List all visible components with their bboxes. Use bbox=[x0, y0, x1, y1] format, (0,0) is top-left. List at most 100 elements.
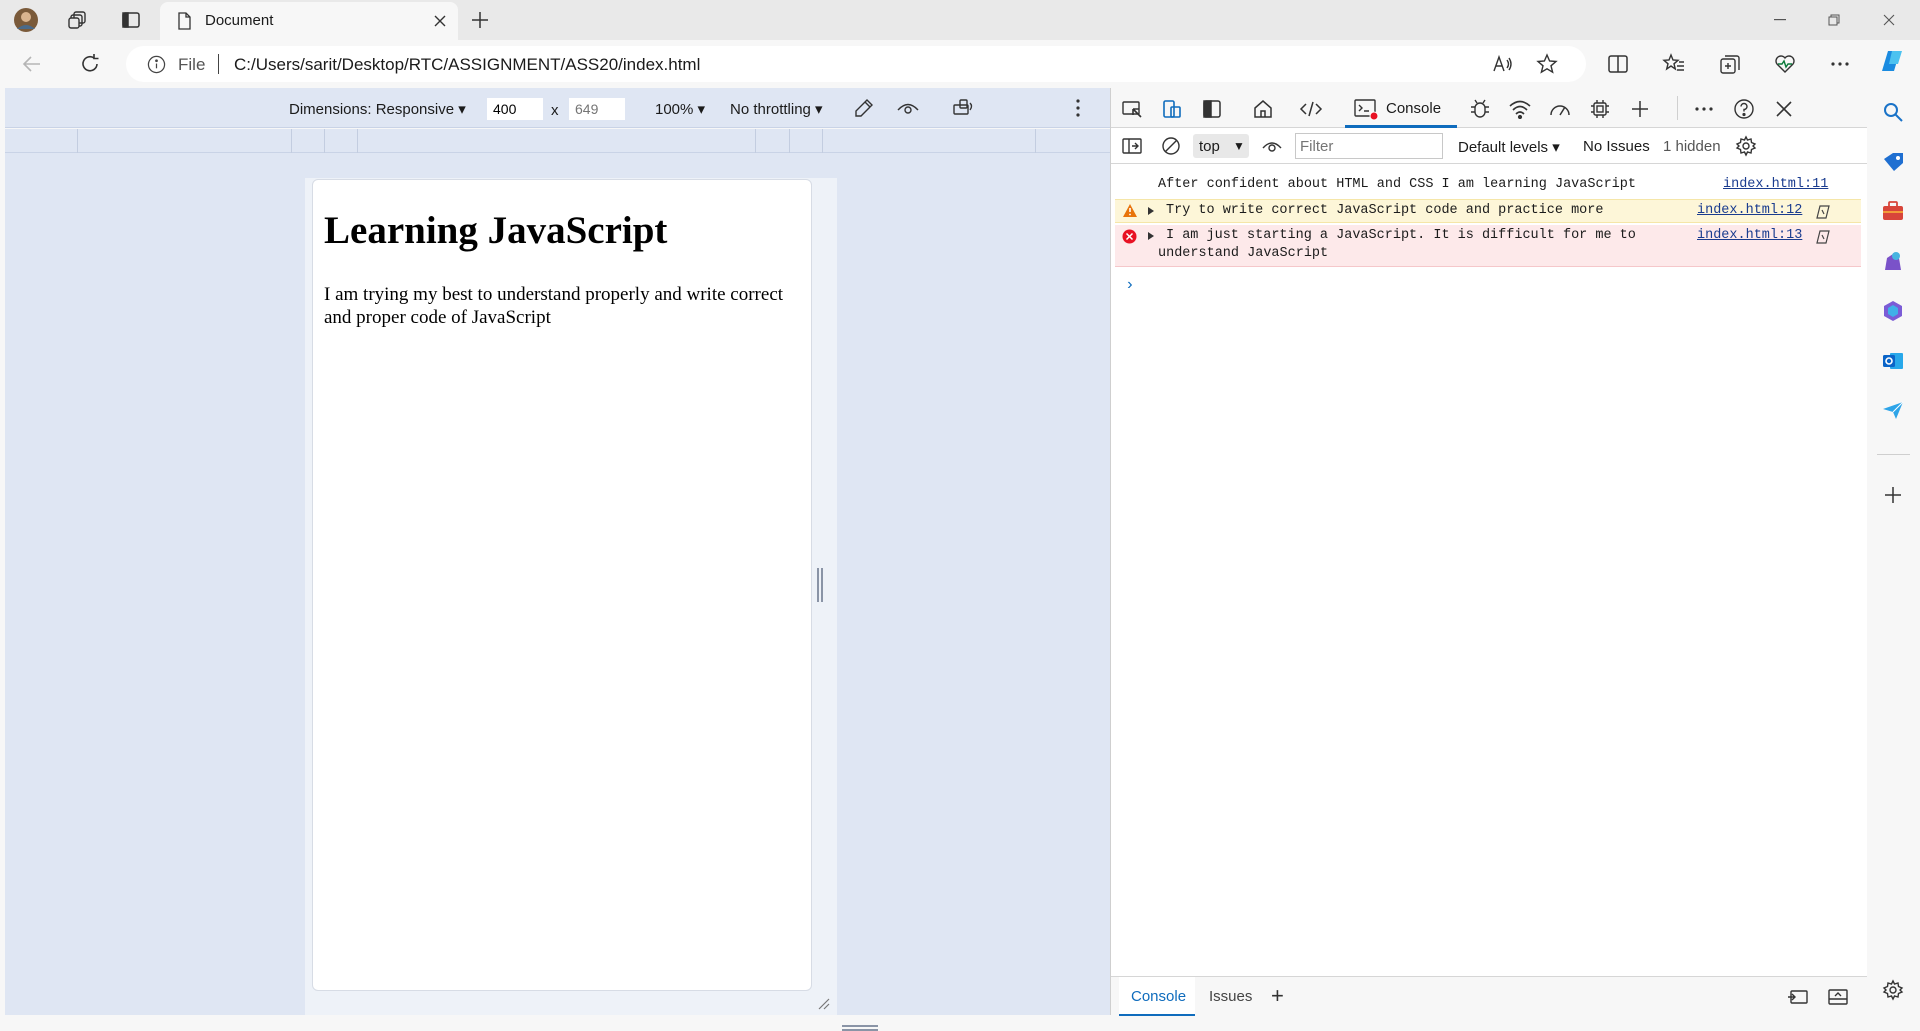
browser-tab-strip: Document bbox=[0, 0, 1920, 40]
error-icon bbox=[1122, 229, 1137, 244]
browser-essentials-icon[interactable] bbox=[1773, 52, 1797, 76]
network-wifi-icon[interactable] bbox=[1507, 96, 1533, 122]
close-window-icon[interactable] bbox=[1866, 4, 1912, 36]
message-source-link[interactable]: index.html:13 bbox=[1697, 227, 1802, 245]
memory-chip-icon[interactable] bbox=[1587, 96, 1613, 122]
split-screen-icon[interactable] bbox=[1606, 52, 1630, 76]
welcome-home-icon[interactable] bbox=[1250, 96, 1276, 122]
live-expression-eye-icon[interactable] bbox=[1261, 137, 1283, 155]
profile-avatar[interactable] bbox=[12, 6, 40, 34]
refresh-icon[interactable] bbox=[78, 52, 102, 76]
sources-bug-icon[interactable] bbox=[1467, 96, 1493, 122]
performance-gauge-icon[interactable] bbox=[1547, 96, 1573, 122]
devtools-more-icon[interactable] bbox=[1691, 96, 1717, 122]
address-bar[interactable]: File C:/Users/sarit/Desktop/RTC/ASSIGNME… bbox=[126, 46, 1586, 82]
vision-deficiency-icon[interactable] bbox=[896, 97, 920, 119]
favorite-star-icon[interactable] bbox=[1536, 53, 1558, 75]
ruler-tick bbox=[822, 129, 823, 153]
outlook-icon[interactable] bbox=[1879, 347, 1907, 375]
device-toolbar-more-icon[interactable] bbox=[1075, 98, 1081, 118]
emulated-viewport-area: Learning JavaScript I am trying my best … bbox=[5, 153, 1110, 1031]
sidebar-divider bbox=[1877, 454, 1910, 455]
device-emulation-icon[interactable] bbox=[1159, 96, 1185, 122]
device-toolbar: Dimensions: Responsive ▾ x 100% ▾ No thr… bbox=[5, 88, 1110, 128]
address-url[interactable]: C:/Users/sarit/Desktop/RTC/ASSIGNMENT/AS… bbox=[234, 55, 700, 75]
restore-icon[interactable] bbox=[1811, 4, 1857, 36]
elements-code-icon[interactable] bbox=[1298, 96, 1324, 122]
ruler-tick bbox=[291, 129, 292, 153]
close-drawer-icon[interactable] bbox=[1827, 987, 1849, 1007]
tab-close-icon[interactable] bbox=[430, 11, 450, 31]
dock-drawer-icon[interactable] bbox=[1787, 987, 1809, 1007]
device-height-input[interactable] bbox=[569, 98, 625, 120]
drawer-tab-issues[interactable]: Issues bbox=[1209, 988, 1252, 1005]
rotate-device-icon[interactable] bbox=[951, 97, 975, 119]
show-sidebar-icon[interactable] bbox=[1121, 136, 1143, 156]
media-query-ruler[interactable] bbox=[5, 129, 1110, 153]
new-tab-icon[interactable] bbox=[466, 6, 494, 34]
more-tools-plus-icon[interactable] bbox=[1627, 96, 1653, 122]
back-arrow-icon[interactable] bbox=[20, 52, 44, 76]
drop-send-icon[interactable] bbox=[1879, 396, 1907, 424]
search-icon[interactable] bbox=[1879, 98, 1907, 126]
console-settings-gear-icon[interactable] bbox=[1735, 135, 1757, 157]
read-aloud-icon[interactable] bbox=[1492, 54, 1514, 74]
console-prompt[interactable]: › bbox=[1125, 276, 1135, 294]
inspect-element-icon[interactable] bbox=[1119, 96, 1145, 122]
tools-briefcase-icon[interactable] bbox=[1879, 197, 1907, 225]
console-filter-bar: top ▼ Default levels ▾ No Issues 1 hidde… bbox=[1111, 128, 1868, 164]
device-frame: Learning JavaScript I am trying my best … bbox=[305, 178, 878, 1031]
drawer-add-tab-icon[interactable]: + bbox=[1271, 983, 1284, 1009]
shopping-tag-icon[interactable] bbox=[1879, 148, 1907, 176]
message-text: Try to write correct JavaScript code and… bbox=[1166, 203, 1604, 218]
message-source-link[interactable]: index.html:12 bbox=[1697, 202, 1802, 220]
copilot-icon[interactable] bbox=[1879, 47, 1907, 75]
context-selector[interactable]: top ▼ bbox=[1193, 134, 1249, 158]
resize-width-handle[interactable] bbox=[817, 568, 823, 602]
context-label: top bbox=[1199, 138, 1220, 155]
console-tab-label: Console bbox=[1386, 100, 1442, 117]
vertical-tabs-icon[interactable] bbox=[117, 6, 145, 34]
resize-corner-icon[interactable] bbox=[816, 996, 830, 1010]
sidebar-settings-gear-icon[interactable] bbox=[1879, 976, 1907, 1004]
games-icon[interactable] bbox=[1879, 247, 1907, 275]
expand-arrow-icon[interactable] bbox=[1148, 232, 1154, 240]
close-devtools-icon[interactable] bbox=[1771, 96, 1797, 122]
ruler-tick bbox=[755, 129, 756, 153]
console-message-warning: Try to write correct JavaScript code and… bbox=[1115, 199, 1861, 223]
eyedropper-icon[interactable] bbox=[853, 97, 875, 119]
ruler-tick bbox=[1035, 129, 1036, 153]
minimize-icon[interactable] bbox=[1757, 4, 1803, 36]
copilot-explain-icon[interactable] bbox=[1815, 229, 1833, 245]
workspaces-icon[interactable] bbox=[64, 6, 92, 34]
issues-counter[interactable]: No Issues bbox=[1583, 138, 1650, 155]
microsoft-365-icon[interactable] bbox=[1879, 297, 1907, 325]
resize-height-handle[interactable] bbox=[842, 1025, 878, 1031]
info-icon[interactable] bbox=[147, 55, 166, 74]
settings-more-icon[interactable] bbox=[1828, 52, 1852, 76]
browser-tab-active[interactable]: Document bbox=[160, 2, 458, 40]
message-text: After confident about HTML and CSS I am … bbox=[1158, 177, 1636, 192]
tab-console[interactable]: Console bbox=[1345, 88, 1457, 128]
dock-side-icon[interactable] bbox=[1199, 96, 1225, 122]
device-width-input[interactable] bbox=[487, 98, 543, 120]
collections-icon[interactable] bbox=[1718, 52, 1742, 76]
console-filter-input[interactable] bbox=[1295, 133, 1443, 159]
help-icon[interactable] bbox=[1731, 96, 1757, 122]
drawer-tab-console[interactable]: Console bbox=[1119, 977, 1195, 1016]
zoom-dropdown[interactable]: 100% ▾ bbox=[655, 100, 705, 118]
add-sidebar-app-icon[interactable] bbox=[1879, 481, 1907, 509]
dimension-times-symbol: x bbox=[551, 102, 559, 119]
navigation-bar: File C:/Users/sarit/Desktop/RTC/ASSIGNME… bbox=[0, 40, 1920, 88]
dimensions-dropdown[interactable]: Dimensions: Responsive ▾ bbox=[289, 100, 466, 118]
favorites-icon[interactable] bbox=[1662, 52, 1686, 76]
expand-arrow-icon[interactable] bbox=[1148, 207, 1154, 215]
ruler-tick bbox=[324, 129, 325, 153]
log-levels-dropdown[interactable]: Default levels ▾ bbox=[1458, 138, 1560, 156]
tab-title: Document bbox=[205, 12, 274, 29]
message-source-link[interactable]: index.html:11 bbox=[1723, 176, 1828, 194]
copilot-explain-icon[interactable] bbox=[1815, 204, 1833, 220]
throttling-dropdown[interactable]: No throttling ▾ bbox=[730, 100, 823, 118]
devtools-drawer-tabs: Console Issues + bbox=[1111, 976, 1868, 1016]
clear-console-icon[interactable] bbox=[1161, 136, 1181, 156]
